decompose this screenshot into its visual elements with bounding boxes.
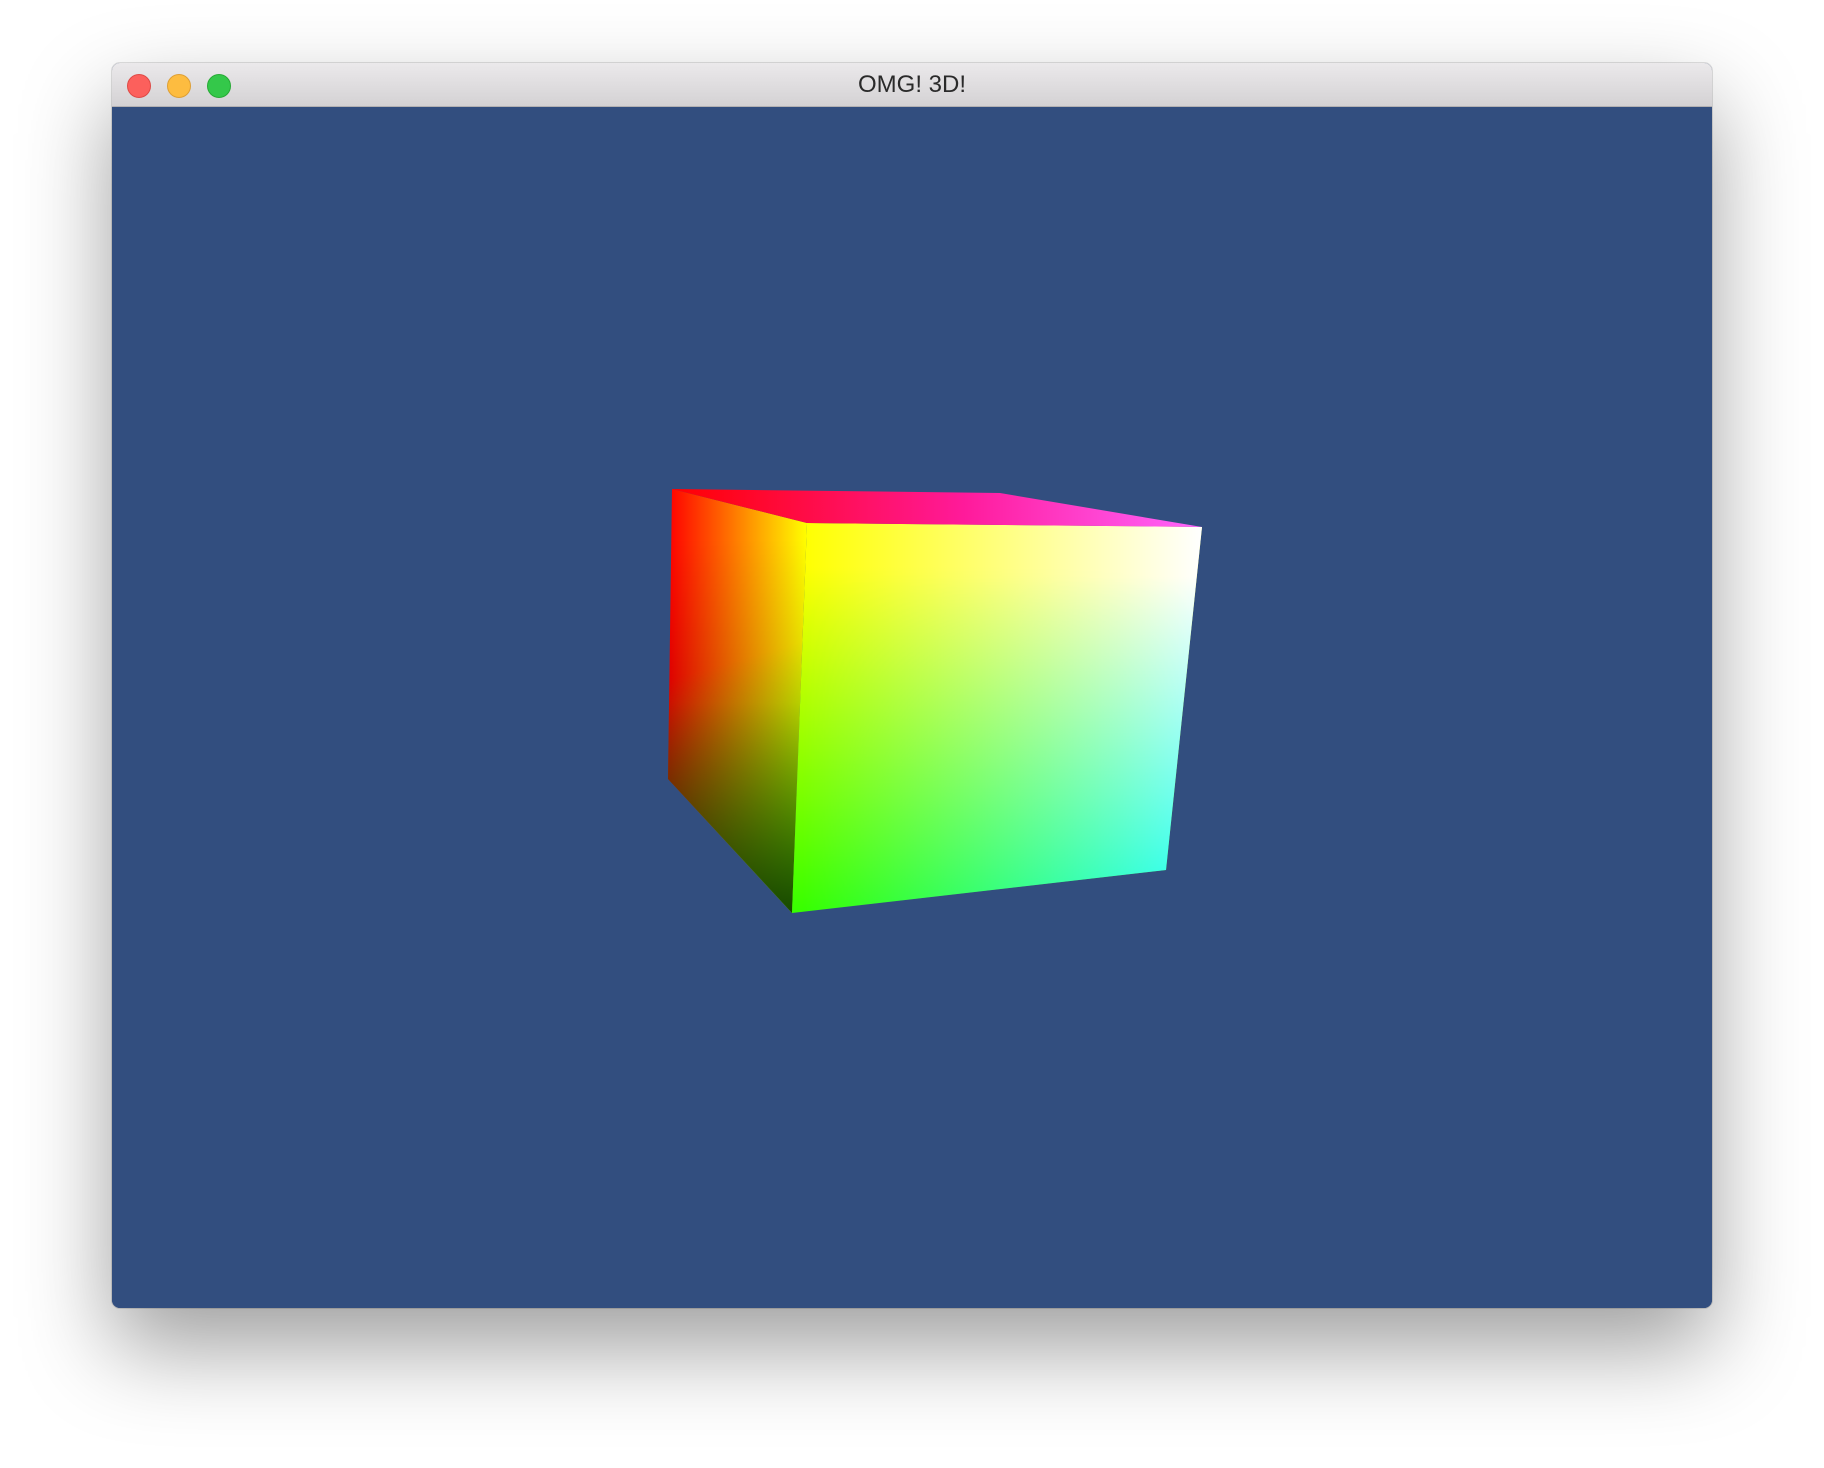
window-title: OMG! 3D!	[857, 71, 966, 98]
cube-front-face	[792, 523, 1202, 913]
app-window: OMG! 3D!	[112, 63, 1712, 1308]
gl-viewport[interactable]	[112, 107, 1712, 1308]
cube-left-face	[668, 489, 807, 913]
cube-render	[668, 489, 1202, 913]
title-bar[interactable]: OMG! 3D!	[112, 63, 1712, 107]
